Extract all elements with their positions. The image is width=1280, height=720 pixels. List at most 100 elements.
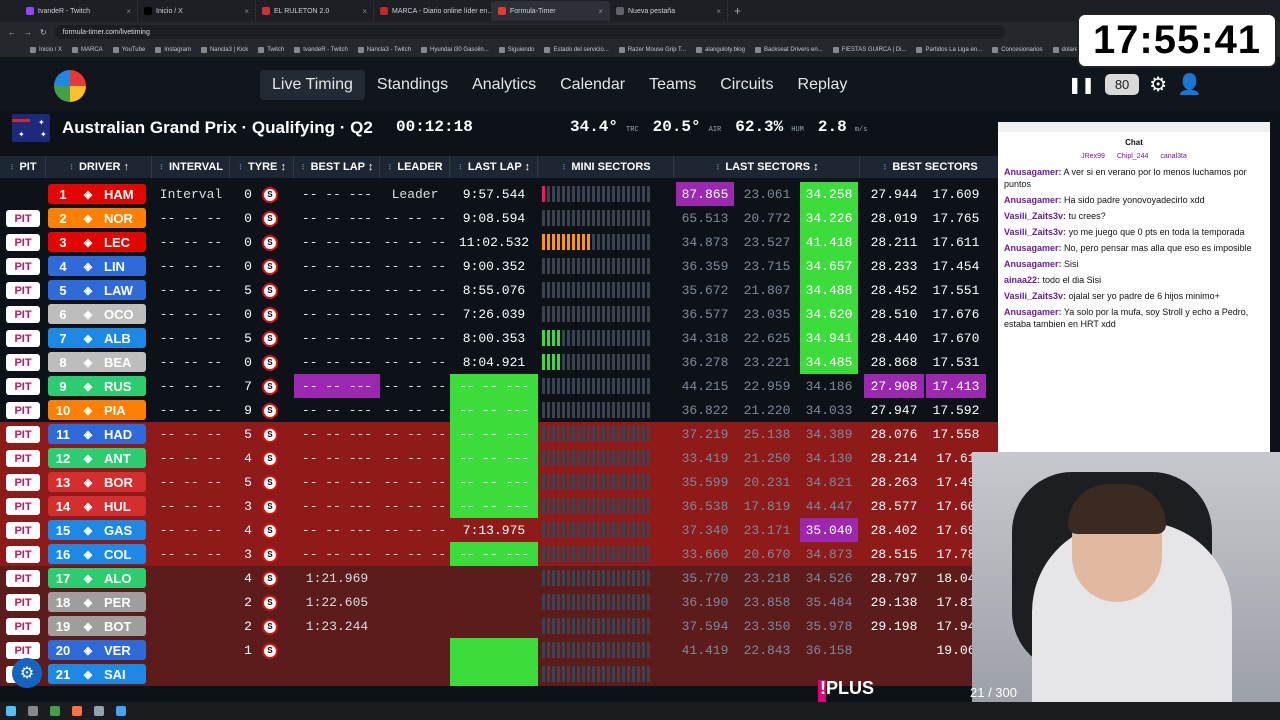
table-row[interactable]: PIT 18 ◈ PER 2 S 1:22.605 36.190 23.858 35.484 29.… (0, 590, 1000, 614)
driver-badge[interactable]: 16 ◈ COL (48, 544, 146, 564)
table-row[interactable]: PIT 5 ◈ LAW -- -- -- 5 S -- -- --- -- -- -- 8:55.… (0, 278, 1000, 302)
column-header[interactable]: ⋮ DRIVER ↑ (46, 156, 152, 178)
browser-tab[interactable]: Inicio / X × (138, 1, 256, 21)
reload-icon[interactable]: ↻ (40, 28, 47, 37)
driver-badge[interactable]: 8 ◈ BEA (48, 352, 146, 372)
column-header[interactable]: ⋮ PIT (0, 156, 46, 178)
driver-badge[interactable]: 9 ◈ RUS (48, 376, 146, 396)
bookmark-item[interactable]: Inicio / X (30, 46, 62, 53)
bookmark-item[interactable]: Twitch (258, 46, 284, 53)
chrome-icon[interactable] (50, 706, 60, 716)
browser-tab[interactable]: Nueva pestaña × (610, 1, 728, 21)
bookmark-item[interactable]: alanguloty.blog (696, 46, 745, 53)
driver-badge[interactable]: 12 ◈ ANT (48, 448, 146, 468)
driver-badge[interactable]: 2 ◈ NOR (48, 208, 146, 228)
table-row[interactable]: PIT 14 ◈ HUL -- -- -- 3 S -- -- --- -- -- -- -- -… (0, 494, 1000, 518)
browser-tab[interactable]: tvandeR - Twitch × (20, 1, 138, 21)
driver-badge[interactable]: 11 ◈ HAD (48, 424, 146, 444)
column-header[interactable]: ⋮ LAST SECTORS ↕ (674, 156, 860, 178)
table-row[interactable]: PIT 16 ◈ COL -- -- -- 3 S -- -- --- -- -- -- -- -… (0, 542, 1000, 566)
table-row[interactable]: PIT 10 ◈ PIA -- -- -- 9 S -- -- --- -- -- -- -- -… (0, 398, 1000, 422)
nav-item[interactable]: Replay (786, 70, 860, 100)
driver-badge[interactable]: 1 ◈ HAM (48, 184, 146, 204)
nav-item[interactable]: Teams (637, 70, 708, 100)
bookmark-item[interactable]: tvandeR - Twitch (294, 46, 348, 53)
table-row[interactable]: PIT 13 ◈ BOR -- -- -- 5 S -- -- --- -- -- -- -- -… (0, 470, 1000, 494)
app-icon[interactable] (72, 706, 82, 716)
driver-badge[interactable]: 7 ◈ ALB (48, 328, 146, 348)
new-tab-icon[interactable]: + (734, 4, 741, 18)
driver-badge[interactable]: 3 ◈ LEC (48, 232, 146, 252)
gear-icon[interactable]: ⚙ (1149, 72, 1167, 97)
table-row[interactable]: PIT 17 ◈ ALO 4 S 1:21.969 35.770 23.218 34.526 28.… (0, 566, 1000, 590)
bookmark-item[interactable]: Nancla3 - Twitch (357, 46, 411, 53)
forward-icon[interactable]: → (24, 28, 32, 37)
nav-item[interactable]: Calendar (548, 70, 637, 100)
browser-tab[interactable]: MARCA - Diario online líder en...× (374, 1, 492, 21)
driver-badge[interactable]: 15 ◈ GAS (48, 520, 146, 540)
table-row[interactable]: PIT 19 ◈ BOT 2 S 1:23.244 37.594 23.350 35.978 29.… (0, 614, 1000, 638)
bookmark-item[interactable]: Estado del servicio... (544, 46, 609, 53)
column-header[interactable]: ⋮ INTERVAL (152, 156, 230, 178)
windows-start-icon[interactable] (6, 706, 16, 716)
floating-action-button[interactable]: ⚙ (12, 658, 42, 688)
driver-badge[interactable]: 18 ◈ PER (48, 592, 146, 612)
driver-badge[interactable]: 6 ◈ OCO (48, 304, 146, 324)
table-row[interactable]: PIT 4 ◈ LIN -- -- -- 0 S -- -- --- -- -- -- 9:00.… (0, 254, 1000, 278)
table-row[interactable]: PIT 2 ◈ NOR -- -- -- 0 S -- -- --- -- -- -- 9:08.… (0, 206, 1000, 230)
driver-badge[interactable]: 19 ◈ BOT (48, 616, 146, 636)
column-header[interactable]: ⋮ BEST LAP ↕ (294, 156, 380, 178)
driver-badge[interactable]: 4 ◈ LIN (48, 256, 146, 276)
table-row[interactable]: PIT 11 ◈ HAD -- -- -- 5 S -- -- --- -- -- -- -- -… (0, 422, 1000, 446)
driver-badge[interactable]: 17 ◈ ALO (48, 568, 146, 588)
bookmark-item[interactable]: Instagram (155, 46, 191, 53)
bookmark-item[interactable]: Backseat Drivers en... (754, 46, 823, 53)
close-icon[interactable]: × (126, 7, 131, 16)
close-icon[interactable]: × (716, 7, 721, 16)
url-input[interactable]: formula-timer.com/livetiming (54, 25, 1005, 39)
bookmark-item[interactable]: Partidos La Liga en... (916, 46, 982, 53)
bookmark-item[interactable]: Razer Mouse Grip T... (618, 46, 686, 53)
close-icon[interactable]: × (244, 7, 249, 16)
bookmark-item[interactable]: YouTube (112, 46, 145, 53)
search-icon[interactable] (28, 706, 38, 716)
table-row[interactable]: PIT 15 ◈ GAS -- -- -- 4 S -- -- --- -- -- -- 7:13… (0, 518, 1000, 542)
table-row[interactable]: PIT 12 ◈ ANT -- -- -- 4 S -- -- --- -- -- -- -- -… (0, 446, 1000, 470)
table-row[interactable]: PIT 7 ◈ ALB -- -- -- 5 S -- -- --- -- -- -- 8:00.… (0, 326, 1000, 350)
user-icon[interactable]: 👤 (1177, 72, 1202, 97)
nav-item[interactable]: Standings (365, 70, 460, 100)
table-row[interactable]: PIT 20 ◈ VER 1 S 41.419 22.843 36.158 19.06 (0, 638, 1000, 662)
column-header[interactable]: ⋮ LEADER (380, 156, 450, 178)
formula-timer-logo[interactable] (54, 70, 86, 102)
close-icon[interactable]: × (598, 7, 603, 16)
nav-item[interactable]: Analytics (460, 70, 548, 100)
driver-badge[interactable]: 5 ◈ LAW (48, 280, 146, 300)
bookmark-item[interactable]: Hyundai i30 Gasolin... (421, 46, 489, 53)
app-icon[interactable] (116, 706, 126, 716)
zoom-level[interactable]: 80 (1104, 74, 1140, 95)
table-row[interactable]: PIT 3 ◈ LEC -- -- -- 0 S -- -- --- -- -- -- 11:02… (0, 230, 1000, 254)
close-icon[interactable]: × (362, 7, 367, 16)
bookmark-item[interactable]: Siguiendo (498, 46, 534, 53)
column-header[interactable]: ⋮ TYRE ↕ (230, 156, 294, 178)
table-row[interactable]: PIT 8 ◈ BEA -- -- -- 0 S -- -- --- -- -- -- 8:04.… (0, 350, 1000, 374)
browser-tab[interactable]: EL RULETON 2.0 × (256, 1, 374, 21)
app-icon[interactable] (94, 706, 104, 716)
column-header[interactable]: ⋮ MINI SECTORS (538, 156, 674, 178)
bookmark-item[interactable]: Concesionarios (992, 46, 1043, 53)
driver-badge[interactable]: 20 ◈ VER (48, 640, 146, 660)
nav-item[interactable]: Circuits (708, 70, 785, 100)
back-icon[interactable]: ← (8, 28, 16, 37)
bookmark-item[interactable]: MARCA (72, 46, 103, 53)
driver-badge[interactable]: 13 ◈ BOR (48, 472, 146, 492)
bookmark-item[interactable]: FIESTAS GUIRCA | Di... (832, 46, 906, 53)
bookmark-item[interactable]: Nancla3 | Kick (200, 46, 248, 53)
pause-icon[interactable]: ❚❚ (1068, 75, 1095, 95)
table-row[interactable]: PIT 9 ◈ RUS -- -- -- 7 S -- -- --- -- -- -- -- --… (0, 374, 1000, 398)
driver-badge[interactable]: 14 ◈ HUL (48, 496, 146, 516)
table-row[interactable]: 1 ◈ HAM Interval 0 S -- -- --- Leader 9:57.544 87… (0, 182, 1000, 206)
nav-item[interactable]: Live Timing (260, 70, 365, 100)
table-row[interactable]: PIT 6 ◈ OCO -- -- -- 0 S -- -- --- -- -- -- 7:26.… (0, 302, 1000, 326)
column-header[interactable]: ⋮ LAST LAP ↕ (450, 156, 538, 178)
column-header[interactable]: ⋮ BEST SECTORS (860, 156, 1000, 178)
